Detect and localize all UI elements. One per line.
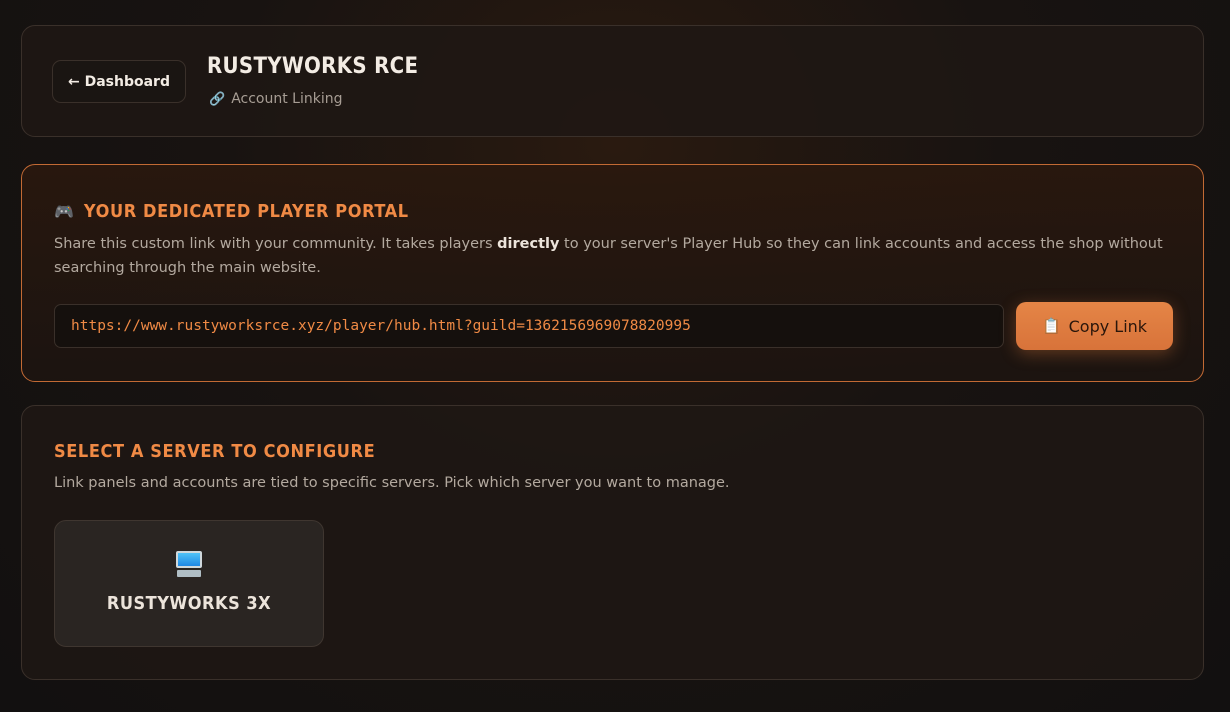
server-select-card: SELECT A SERVER TO CONFIGURE Link panels… bbox=[21, 405, 1204, 680]
portal-desc-emphasis: directly bbox=[497, 236, 560, 252]
portal-desc-start: Share this custom link with your communi… bbox=[54, 236, 498, 252]
app-title: RUSTYWORKS RCE bbox=[207, 54, 419, 79]
portal-link-field[interactable]: https://www.rustyworksrce.xyz/player/hub… bbox=[54, 304, 1004, 348]
page-subtitle: 🔗 Account Linking bbox=[209, 91, 342, 107]
clipboard-icon: 📋 bbox=[1041, 317, 1061, 335]
server-select-description: Link panels and accounts are tied to spe… bbox=[54, 475, 730, 491]
player-portal-card: 🎮 YOUR DEDICATED PLAYER PORTAL Share thi… bbox=[21, 164, 1204, 382]
portal-description: Share this custom link with your communi… bbox=[54, 232, 1164, 280]
link-icon: 🔗 bbox=[209, 91, 226, 107]
gamepad-icon: 🎮 bbox=[54, 202, 74, 221]
header-card: ← Dashboard RUSTYWORKS RCE 🔗 Account Lin… bbox=[21, 25, 1204, 137]
copy-link-button[interactable]: 📋 Copy Link bbox=[1016, 302, 1173, 350]
server-select-title: SELECT A SERVER TO CONFIGURE bbox=[54, 441, 376, 462]
server-name: RUSTYWORKS 3X bbox=[106, 593, 272, 614]
back-to-dashboard-button[interactable]: ← Dashboard bbox=[52, 60, 186, 103]
portal-heading: 🎮 YOUR DEDICATED PLAYER PORTAL bbox=[54, 201, 409, 222]
portal-title: YOUR DEDICATED PLAYER PORTAL bbox=[83, 201, 409, 222]
server-tile[interactable]: RUSTYWORKS 3X bbox=[54, 520, 324, 647]
copy-link-label: Copy Link bbox=[1068, 316, 1148, 336]
subtitle-label: Account Linking bbox=[231, 91, 343, 107]
monitor-icon bbox=[174, 549, 204, 579]
